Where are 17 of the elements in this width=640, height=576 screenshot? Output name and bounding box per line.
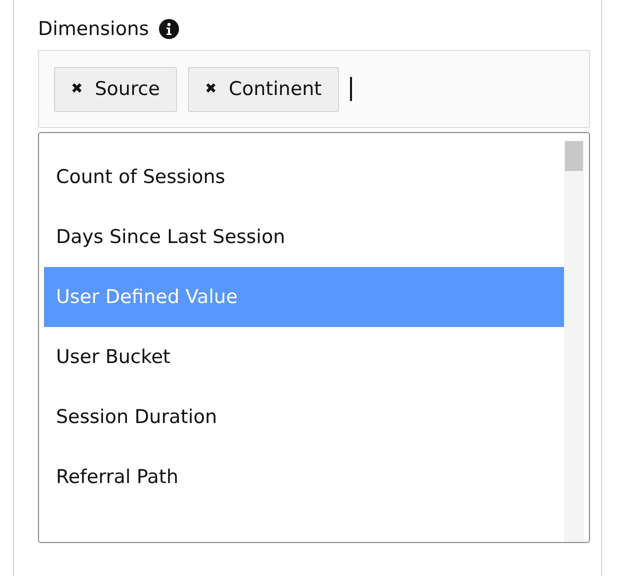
- info-icon[interactable]: [158, 19, 179, 39]
- chip-label: Source: [94, 78, 160, 100]
- selected-chip[interactable]: ✖ Source: [54, 66, 177, 112]
- selected-chip[interactable]: ✖ Continent: [188, 66, 339, 112]
- remove-icon[interactable]: ✖: [71, 81, 83, 97]
- field-label: Dimensions: [38, 18, 149, 40]
- chip-label: Continent: [228, 78, 322, 100]
- text-cursor: [350, 77, 352, 101]
- dropdown-option[interactable]: Referral Path: [44, 447, 564, 507]
- dropdown-option[interactable]: User Bucket: [44, 327, 564, 387]
- dropdown-option[interactable]: Days Since Last Session: [44, 207, 564, 267]
- scrollbar-track[interactable]: [564, 141, 584, 542]
- dropdown-option[interactable]: Count of Sessions: [44, 147, 564, 207]
- scrollbar-thumb[interactable]: [565, 141, 583, 171]
- dropdown-option[interactable]: Session Duration: [44, 387, 564, 447]
- remove-icon[interactable]: ✖: [205, 81, 217, 97]
- multi-select-field[interactable]: ✖ Source ✖ Continent: [38, 50, 590, 128]
